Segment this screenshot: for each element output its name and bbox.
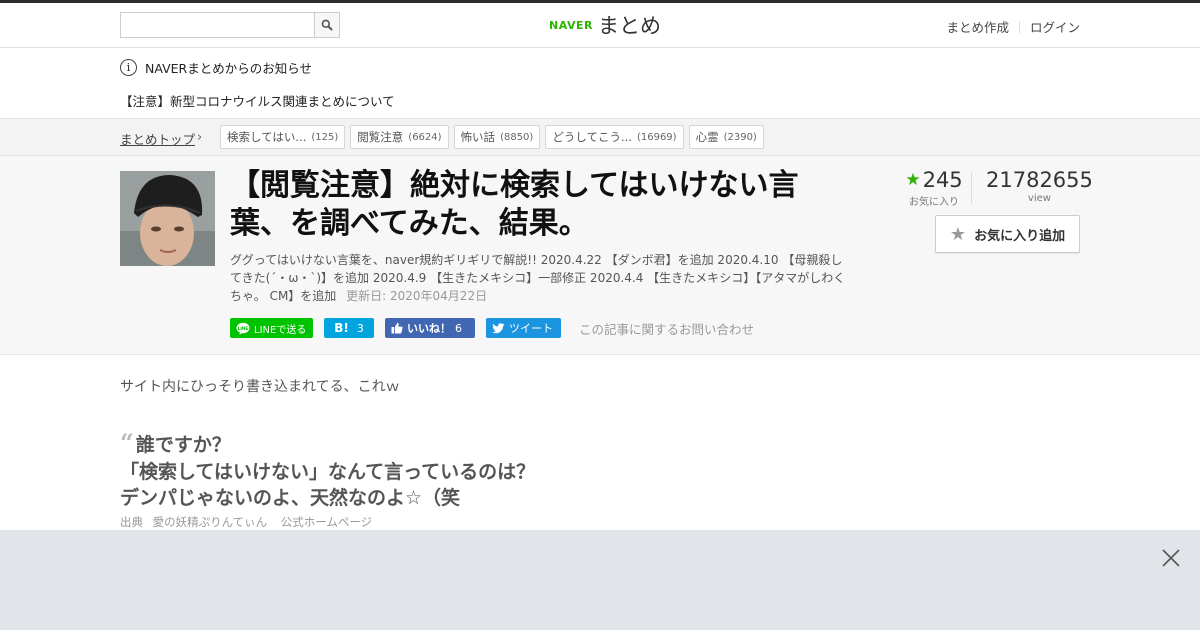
tag-label: 閲覧注意 xyxy=(357,130,404,144)
ad-overlay xyxy=(0,530,1200,630)
tag-count: (8850) xyxy=(500,131,534,143)
tweet-label: ツイート xyxy=(509,322,553,335)
info-icon: i xyxy=(120,59,137,76)
tag-label: 心霊 xyxy=(695,130,719,144)
tag-item[interactable]: 心霊 (2390) xyxy=(688,125,764,149)
tag-count: (6624) xyxy=(408,131,442,143)
line-share-button[interactable]: LINE LINEで送る xyxy=(230,318,313,338)
inquiry-link[interactable]: この記事に関するお問い合わせ xyxy=(579,319,754,338)
source-link[interactable]: 愛の妖精ぷりんてぃん xyxy=(153,515,267,529)
lead-text: サイト内にひっそり書き込まれてる、これｗ xyxy=(120,379,400,395)
share-buttons: LINE LINEで送る B! 3 いいね！ 6 ツイート この記事に関するお問… xyxy=(230,318,754,338)
views-stat: 21782655 view xyxy=(986,168,1093,208)
breadcrumb-top-link[interactable]: まとめトップ xyxy=(120,129,195,148)
tweet-button[interactable]: ツイート xyxy=(486,318,561,338)
tag-label: どうしてこう... xyxy=(552,130,632,144)
favorites-count: 245 xyxy=(922,168,963,192)
tag-count: (2390) xyxy=(723,131,757,143)
close-icon xyxy=(1162,549,1180,567)
tag-item[interactable]: 怖い話 (8850) xyxy=(453,125,541,149)
tag-item[interactable]: 閲覧注意 (6624) xyxy=(350,125,449,149)
header: NAVER まとめ まとめ作成 ログイン xyxy=(0,3,1200,48)
source-label: 出典 xyxy=(120,515,143,529)
quote-icon: “ xyxy=(120,428,134,457)
article-stats: ★ 245 お気に入り 21782655 view xyxy=(899,168,1093,208)
search-icon xyxy=(321,19,333,31)
tag-label: 検索してはい... xyxy=(227,130,307,144)
tag-item[interactable]: 検索してはい... (125) xyxy=(220,125,346,149)
svg-text:LINE: LINE xyxy=(238,325,249,330)
line-share-label: LINEで送る xyxy=(254,324,307,336)
article-header: 【閲覧注意】絶対に検索してはいけない言葉、を調べてみた、結果。 ググってはいけな… xyxy=(0,156,1200,355)
breadcrumb: まとめトップ › 検索してはい... (125) 閲覧注意 (6624) 怖い話… xyxy=(0,118,1200,156)
twitter-bird-icon xyxy=(492,322,505,333)
thumbs-up-icon xyxy=(391,322,403,334)
facebook-like-label: いいね！ xyxy=(407,322,451,335)
tag-item[interactable]: どうしてこう... (16969) xyxy=(545,125,684,149)
close-ad-button[interactable] xyxy=(1161,548,1181,568)
star-outline-icon: ★ xyxy=(949,223,967,245)
search-box xyxy=(120,12,340,38)
link-divider xyxy=(1018,20,1020,33)
article-description: ググってはいけない言葉を、naver規約ギリギリで解説!! 2020.4.22 … xyxy=(230,251,850,305)
line-icon: LINE xyxy=(236,322,250,335)
facebook-like-button[interactable]: いいね！ 6 xyxy=(385,318,475,338)
notice-link[interactable]: 【注意】新型コロナウイルス関連まとめについて xyxy=(120,91,395,110)
views-count: 21782655 xyxy=(986,168,1093,192)
hatena-bookmark-button[interactable]: B! 3 xyxy=(324,318,374,338)
quote-line: 「検索してはいけない」なんて言っているのは？ xyxy=(120,460,536,483)
header-links: まとめ作成 ログイン xyxy=(946,17,1080,36)
create-matome-link[interactable]: まとめ作成 xyxy=(946,17,1009,36)
tag-label: 怖い話 xyxy=(460,130,496,144)
avatar-image xyxy=(120,171,215,266)
quote-line: 誰ですか？ xyxy=(135,434,231,456)
search-button[interactable] xyxy=(314,13,339,37)
logo-matome-text: まとめ xyxy=(597,14,661,38)
quote-block: “誰ですか？ 「検索してはいけない」なんて言っているのは？ デンパじゃないのよ、… xyxy=(120,428,536,512)
notice-heading: i NAVERまとめからのお知らせ xyxy=(120,58,312,77)
login-link[interactable]: ログイン xyxy=(1030,17,1080,36)
updated-date: 更新日: 2020年04月22日 xyxy=(346,289,488,303)
quote-line: デンパじゃないのよ、天然なのよ☆（笑 xyxy=(120,487,461,509)
tag-count: (125) xyxy=(311,131,339,143)
article-title: 【閲覧注意】絶対に検索してはいけない言葉、を調べてみた、結果。 xyxy=(230,168,799,241)
source-ref: 公式ホームページ xyxy=(280,515,373,529)
favorites-label: お気に入り xyxy=(909,197,959,208)
add-favorite-label: お気に入り追加 xyxy=(974,228,1066,244)
facebook-like-count: 6 xyxy=(455,321,462,335)
add-favorite-button[interactable]: ★ お気に入り追加 xyxy=(935,215,1080,253)
hatena-count: 3 xyxy=(356,321,364,335)
stats-divider xyxy=(971,172,972,204)
description-text: ググってはいけない言葉を、naver規約ギリギリで解説!! 2020.4.22 … xyxy=(230,253,846,303)
logo-naver-text: NAVER xyxy=(549,18,593,32)
favorites-stat: ★ 245 お気に入り xyxy=(899,168,969,208)
author-avatar[interactable] xyxy=(120,171,215,266)
tag-list: 検索してはい... (125) 閲覧注意 (6624) 怖い話 (8850) ど… xyxy=(220,125,769,149)
tag-count: (16969) xyxy=(636,131,677,143)
search-input[interactable] xyxy=(121,13,315,37)
notice-title: NAVERまとめからのお知らせ xyxy=(145,61,312,76)
views-label: view xyxy=(1027,193,1051,204)
chevron-right-icon: › xyxy=(197,130,203,145)
star-icon: ★ xyxy=(905,170,921,190)
quote-source: 出典 愛の妖精ぷりんてぃん 公式ホームページ xyxy=(120,514,372,530)
hatena-icon: B! xyxy=(334,321,349,335)
naver-matome-logo[interactable]: NAVER まとめ xyxy=(549,10,661,40)
